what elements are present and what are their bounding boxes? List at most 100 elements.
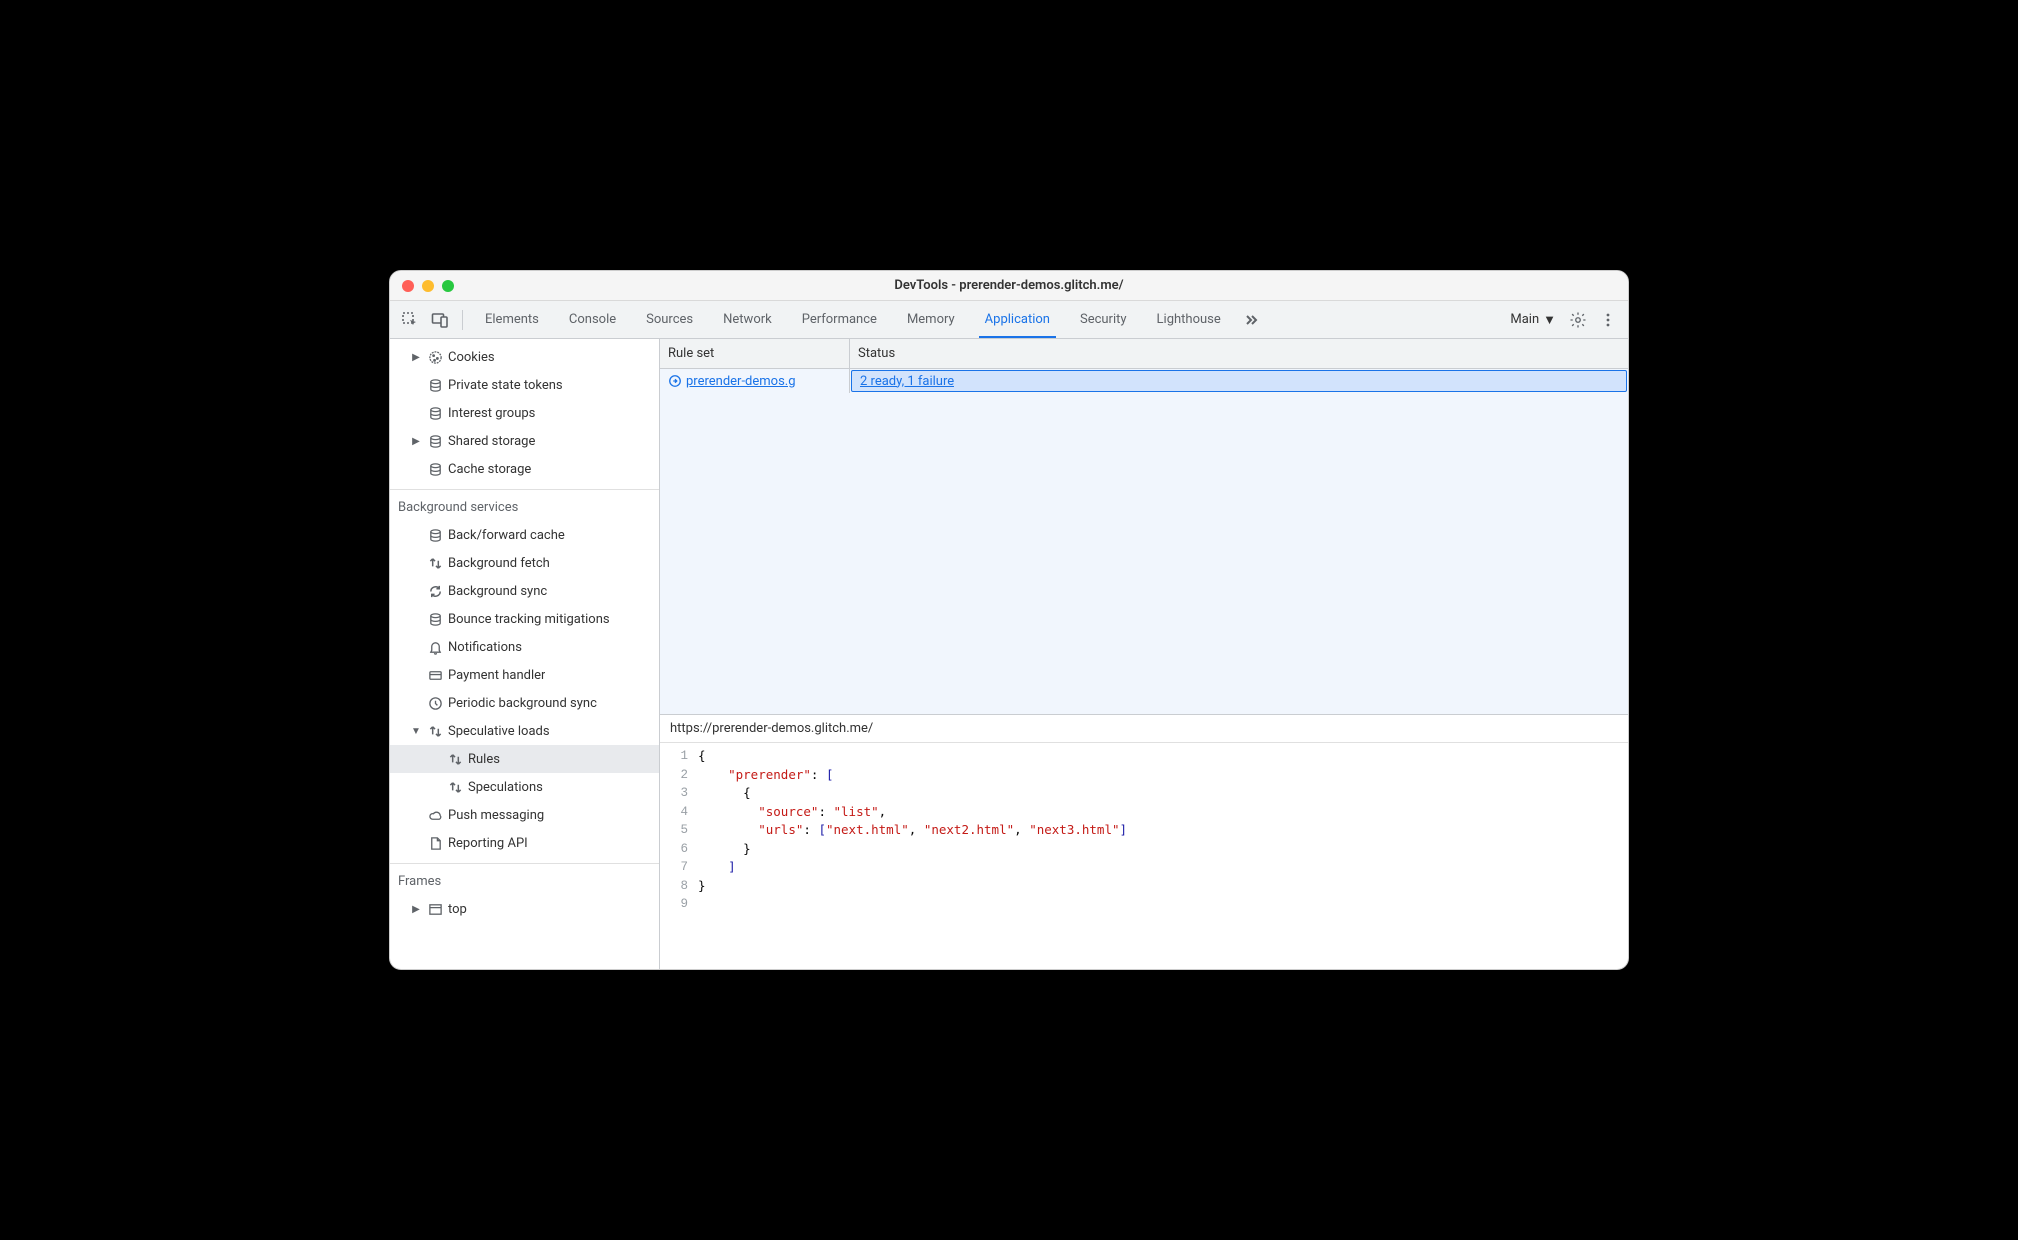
sidebar-item-speculative-loads[interactable]: ▼ Speculative loads [390, 717, 659, 745]
section-header-frames: Frames [390, 863, 659, 895]
sidebar-item-rules[interactable]: ▶ Rules [390, 745, 659, 773]
sidebar-item-label: Shared storage [448, 434, 535, 449]
tab-network[interactable]: Network [709, 301, 786, 338]
sidebar-item-background-sync[interactable]: ▶ Background sync [390, 577, 659, 605]
sidebar-item-label: Rules [468, 752, 500, 767]
settings-icon[interactable] [1564, 306, 1592, 334]
titlebar: DevTools - prerender-demos.glitch.me/ [390, 271, 1628, 301]
chevron-right-icon: ▶ [410, 435, 422, 447]
section-header-background: Background services [390, 489, 659, 521]
sidebar-item-bounce-tracking[interactable]: ▶ Bounce tracking mitigations [390, 605, 659, 633]
sidebar-item-label: Notifications [448, 640, 522, 655]
inspect-icon[interactable] [396, 306, 424, 334]
device-toggle-icon[interactable] [426, 306, 454, 334]
cell-rule-set[interactable]: prerender-demos.g [660, 369, 850, 393]
content-area: ▶ Cookies ▶ Private state tokens ▶ Inter… [390, 339, 1628, 969]
sidebar-item-label: Cookies [448, 350, 495, 365]
sidebar-item-label: Back/forward cache [448, 528, 565, 543]
close-button[interactable] [402, 280, 414, 292]
minimize-button[interactable] [422, 280, 434, 292]
traffic-lights [402, 280, 454, 292]
cloud-icon [427, 807, 443, 823]
main-panel: Rule set Status prerender-demos.g 2 read… [660, 339, 1628, 969]
sidebar-item-label: Payment handler [448, 668, 545, 683]
tab-security[interactable]: Security [1066, 301, 1141, 338]
toolbar: Elements Console Sources Network Perform… [390, 301, 1628, 339]
sidebar-item-notifications[interactable]: ▶ Notifications [390, 633, 659, 661]
sidebar-item-interest-groups[interactable]: ▶ Interest groups [390, 399, 659, 427]
sidebar-item-label: Push messaging [448, 808, 544, 823]
sync-icon [427, 583, 443, 599]
json-key: "source" [758, 804, 818, 819]
json-key: "prerender" [728, 767, 811, 782]
sidebar-item-label: Speculative loads [448, 724, 550, 739]
json-key: "urls" [758, 822, 803, 837]
sidebar-item-background-fetch[interactable]: ▶ Background fetch [390, 549, 659, 577]
database-icon [427, 377, 443, 393]
grid-header: Rule set Status [660, 339, 1628, 369]
circle-arrow-icon [668, 374, 682, 388]
sidebar-item-label: Periodic background sync [448, 696, 597, 711]
database-icon [427, 527, 443, 543]
sidebar-item-label: Private state tokens [448, 378, 563, 393]
credit-card-icon [427, 667, 443, 683]
database-icon [427, 461, 443, 477]
rule-set-link[interactable]: prerender-demos.g [668, 374, 796, 389]
maximize-button[interactable] [442, 280, 454, 292]
json-string: "next3.html" [1029, 822, 1119, 837]
sidebar-item-label: Interest groups [448, 406, 535, 421]
frame-selector-label: Main [1510, 312, 1539, 327]
divider [462, 310, 463, 330]
sidebar-item-speculations[interactable]: ▶ Speculations [390, 773, 659, 801]
bell-icon [427, 639, 443, 655]
status-link[interactable]: 2 ready, 1 failure [860, 374, 954, 389]
sidebar-item-shared-storage[interactable]: ▶ Shared storage [390, 427, 659, 455]
json-string: "list" [834, 804, 879, 819]
sidebar-item-cache-storage[interactable]: ▶ Cache storage [390, 455, 659, 483]
database-icon [427, 611, 443, 627]
tab-elements[interactable]: Elements [471, 301, 553, 338]
sidebar-item-back-forward-cache[interactable]: ▶ Back/forward cache [390, 521, 659, 549]
cookie-icon [427, 349, 443, 365]
code-content[interactable]: { "prerender": [ { "source": "list", "ur… [698, 747, 1127, 969]
tab-performance[interactable]: Performance [788, 301, 891, 338]
tab-sources[interactable]: Sources [632, 301, 707, 338]
grid-row[interactable]: prerender-demos.g 2 ready, 1 failure [660, 369, 1628, 393]
chevron-down-icon: ▼ [1543, 312, 1556, 328]
sidebar-item-top-frame[interactable]: ▶ top [390, 895, 659, 923]
code-viewer: 123456789 { "prerender": [ { "source": "… [660, 743, 1628, 969]
tab-console[interactable]: Console [555, 301, 630, 338]
sidebar-item-private-state-tokens[interactable]: ▶ Private state tokens [390, 371, 659, 399]
chevron-right-icon: ▶ [410, 351, 422, 363]
sidebar-item-label: Bounce tracking mitigations [448, 612, 610, 627]
window-title: DevTools - prerender-demos.glitch.me/ [390, 278, 1628, 293]
clock-icon [427, 695, 443, 711]
grid-body: prerender-demos.g 2 ready, 1 failure [660, 369, 1628, 714]
sidebar-item-periodic-bg-sync[interactable]: ▶ Periodic background sync [390, 689, 659, 717]
devtools-window: DevTools - prerender-demos.glitch.me/ El… [389, 270, 1629, 970]
sidebar-item-cookies[interactable]: ▶ Cookies [390, 343, 659, 371]
database-icon [427, 405, 443, 421]
more-tabs-icon[interactable] [1237, 306, 1265, 334]
frame-icon [427, 901, 443, 917]
sidebar-item-label: top [448, 902, 467, 917]
transfer-icon [427, 555, 443, 571]
tab-lighthouse[interactable]: Lighthouse [1143, 301, 1235, 338]
sidebar-item-payment-handler[interactable]: ▶ Payment handler [390, 661, 659, 689]
frame-selector[interactable]: Main ▼ [1504, 312, 1562, 328]
sidebar-item-label: Background fetch [448, 556, 550, 571]
tab-application[interactable]: Application [971, 301, 1064, 338]
sidebar-item-label: Speculations [468, 780, 543, 795]
sidebar-item-label: Cache storage [448, 462, 531, 477]
cell-status[interactable]: 2 ready, 1 failure [851, 370, 1627, 392]
transfer-icon [447, 751, 463, 767]
tab-memory[interactable]: Memory [893, 301, 969, 338]
sidebar-item-label: Background sync [448, 584, 547, 599]
column-status[interactable]: Status [850, 339, 1628, 368]
detail-url: https://prerender-demos.glitch.me/ [660, 715, 1628, 743]
sidebar-item-reporting-api[interactable]: ▶ Reporting API [390, 829, 659, 857]
kebab-menu-icon[interactable] [1594, 306, 1622, 334]
sidebar-item-push-messaging[interactable]: ▶ Push messaging [390, 801, 659, 829]
sidebar-item-label: Reporting API [448, 836, 528, 851]
column-rule-set[interactable]: Rule set [660, 339, 850, 368]
